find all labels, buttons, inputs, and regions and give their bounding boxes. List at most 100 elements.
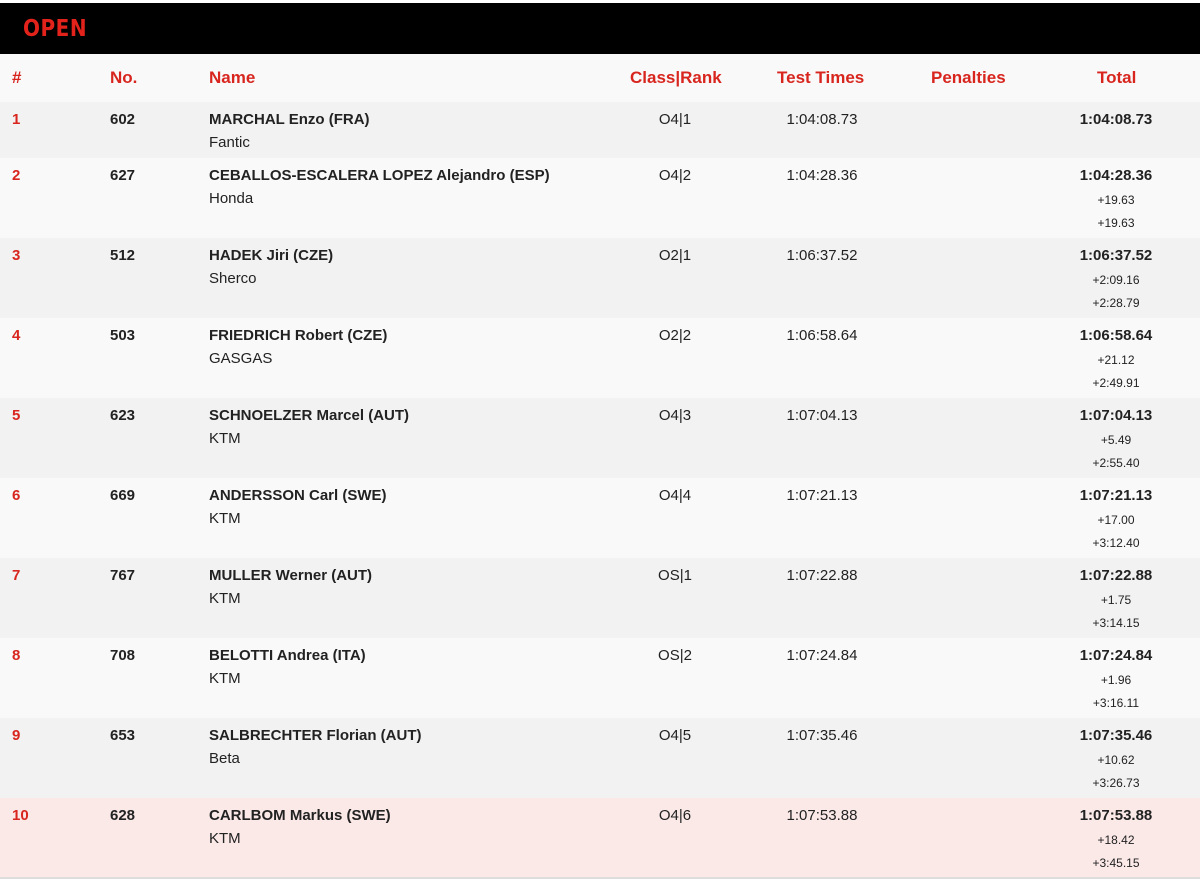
table-row[interactable]: 3 512 HADEK Jiri (CZE) Sherco O2|1 1:06:37.52… [0, 238, 1200, 318]
cell-manufacturer: GASGAS [209, 350, 273, 367]
cell-manufacturer: KTM [209, 430, 241, 447]
cell-gap-leader: +3:26.73 [1092, 776, 1140, 790]
table-row[interactable]: 7 767 MULLER Werner (AUT) KTM OS|1 1:07:22.88… [0, 558, 1200, 638]
cell-rider-name: CEBALLOS-ESCALERA LOPEZ Alejandro (ESP) [209, 167, 550, 184]
table-row[interactable]: 10 628 CARLBOM Markus (SWE) KTM O4|6 1:07:53.… [0, 798, 1200, 877]
cell-number: 653 [110, 727, 136, 744]
cell-rider-name: BELOTTI Andrea (ITA) [209, 647, 366, 664]
table-row[interactable]: 9 653 SALBRECHTER Florian (AUT) Beta O4|5 1:0… [0, 718, 1200, 798]
cell-number: 767 [110, 567, 136, 584]
cell-number: 512 [110, 247, 136, 264]
cell-manufacturer: Honda [209, 190, 254, 207]
cell-gap-leader: +19.63 [1097, 216, 1135, 230]
cell-gap-leader: +3:12.40 [1092, 536, 1140, 550]
cell-gap-previous: +5.49 [1100, 433, 1132, 447]
cell-total-time: 1:04:28.36 [1079, 167, 1153, 184]
cell-number: 623 [110, 407, 136, 424]
cell-rider-name: ANDERSSON Carl (SWE) [209, 487, 387, 504]
cell-test-time: 1:07:21.13 [786, 487, 858, 504]
cell-test-time: 1:07:22.88 [786, 567, 858, 584]
cell-manufacturer: KTM [209, 670, 241, 687]
cell-total-time: 1:06:37.52 [1079, 247, 1153, 264]
cell-position: 7 [12, 567, 21, 584]
cell-position: 6 [12, 487, 21, 504]
cell-gap-previous: +10.62 [1097, 753, 1135, 767]
cell-class-rank: O4|5 [658, 727, 692, 744]
cell-gap-previous: +1.96 [1100, 673, 1132, 687]
cell-gap-leader: +3:16.11 [1092, 696, 1140, 710]
table-bottom-divider [0, 877, 1200, 879]
cell-position: 8 [12, 647, 21, 664]
cell-number: 628 [110, 807, 136, 824]
column-header-position[interactable]: # [12, 68, 21, 88]
cell-gap-leader: +2:28.79 [1092, 296, 1140, 310]
table-row[interactable]: 5 623 SCHNOELZER Marcel (AUT) KTM O4|3 1:07:0… [0, 398, 1200, 478]
table-row[interactable]: 1 602 MARCHAL Enzo (FRA) Fantic O4|1 1:04:08.… [0, 102, 1200, 158]
cell-class-rank: O2|2 [658, 327, 692, 344]
cell-test-time: 1:07:53.88 [786, 807, 858, 824]
cell-manufacturer: Beta [209, 750, 240, 767]
column-header-penalties[interactable]: Penalties [931, 68, 1006, 88]
cell-rider-name: SCHNOELZER Marcel (AUT) [209, 407, 410, 424]
cell-manufacturer: KTM [209, 510, 241, 527]
column-header-total[interactable]: Total [1097, 68, 1136, 88]
cell-class-rank: O4|2 [658, 167, 692, 184]
table-row[interactable]: 8 708 BELOTTI Andrea (ITA) KTM OS|2 1:07:24.8… [0, 638, 1200, 718]
cell-test-time: 1:07:35.46 [786, 727, 858, 744]
column-header-class-rank[interactable]: Class|Rank [630, 68, 722, 88]
cell-manufacturer: KTM [209, 830, 241, 847]
table-row[interactable]: 4 503 FRIEDRICH Robert (CZE) GASGAS O2|2 1:06… [0, 318, 1200, 398]
cell-total-time: 1:07:35.46 [1079, 727, 1153, 744]
cell-total-time: 1:07:22.88 [1079, 567, 1153, 584]
cell-position: 9 [12, 727, 21, 744]
category-banner: OPEN [0, 0, 1200, 54]
cell-number: 708 [110, 647, 136, 664]
cell-gap-leader: +2:49.91 [1092, 376, 1140, 390]
cell-test-time: 1:07:04.13 [786, 407, 858, 424]
cell-class-rank: OS|2 [658, 647, 692, 664]
cell-gap-previous: +19.63 [1097, 193, 1135, 207]
cell-position: 1 [12, 111, 21, 128]
cell-position: 3 [12, 247, 21, 264]
column-header-name[interactable]: Name [209, 68, 255, 88]
cell-rider-name: SALBRECHTER Florian (AUT) [209, 727, 422, 744]
cell-total-time: 1:07:21.13 [1079, 487, 1153, 504]
cell-class-rank: O4|3 [658, 407, 692, 424]
cell-total-time: 1:04:08.73 [1079, 111, 1153, 128]
cell-position: 2 [12, 167, 21, 184]
cell-test-time: 1:06:58.64 [786, 327, 858, 344]
cell-class-rank: O4|4 [658, 487, 692, 504]
cell-total-time: 1:07:04.13 [1079, 407, 1153, 424]
cell-test-time: 1:07:24.84 [786, 647, 858, 664]
cell-position: 5 [12, 407, 21, 424]
table-row[interactable]: 2 627 CEBALLOS-ESCALERA LOPEZ Alejandro (E… [0, 158, 1200, 238]
column-header-test-times[interactable]: Test Times [777, 68, 864, 88]
cell-gap-previous: +17.00 [1097, 513, 1135, 527]
cell-test-time: 1:04:28.36 [786, 167, 858, 184]
cell-manufacturer: Sherco [209, 270, 257, 287]
cell-gap-previous: +21.12 [1097, 353, 1135, 367]
cell-manufacturer: KTM [209, 590, 241, 607]
cell-total-time: 1:07:24.84 [1079, 647, 1153, 664]
cell-gap-leader: +3:14.15 [1092, 616, 1140, 630]
cell-class-rank: OS|1 [658, 567, 692, 584]
cell-manufacturer: Fantic [209, 134, 250, 151]
results-table-header: # No. Name Class|Rank Test Times Penalti… [0, 54, 1200, 102]
cell-total-time: 1:06:58.64 [1079, 327, 1153, 344]
table-row[interactable]: 6 669 ANDERSSON Carl (SWE) KTM O4|4 1:07:21.1… [0, 478, 1200, 558]
cell-total-time: 1:07:53.88 [1079, 807, 1153, 824]
cell-rider-name: MULLER Werner (AUT) [209, 567, 373, 584]
cell-class-rank: O4|6 [658, 807, 692, 824]
cell-rider-name: CARLBOM Markus (SWE) [209, 807, 391, 824]
cell-rider-name: FRIEDRICH Robert (CZE) [209, 327, 388, 344]
cell-class-rank: O4|1 [658, 111, 692, 128]
cell-position: 4 [12, 327, 21, 344]
column-header-number[interactable]: No. [110, 68, 137, 88]
cell-gap-leader: +3:45.15 [1092, 856, 1140, 870]
cell-number: 503 [110, 327, 136, 344]
cell-number: 602 [110, 111, 136, 128]
cell-position: 10 [12, 807, 29, 824]
cell-number: 627 [110, 167, 136, 184]
cell-test-time: 1:04:08.73 [786, 111, 858, 128]
cell-rider-name: HADEK Jiri (CZE) [209, 247, 334, 264]
